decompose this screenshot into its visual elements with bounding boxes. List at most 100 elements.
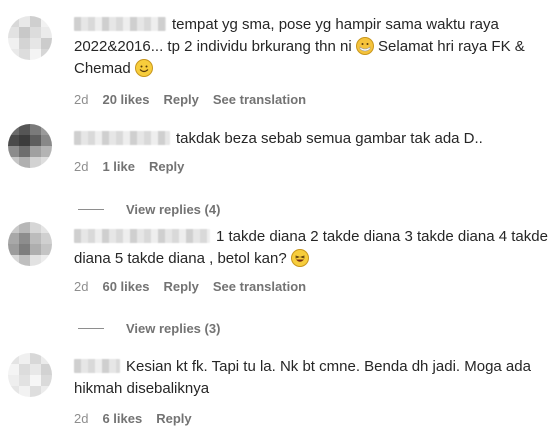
avatar-pixel [19, 27, 30, 38]
avatar-pixel [41, 375, 52, 386]
comment-text: takdak beza sebab semua gambar tak ada D… [176, 130, 483, 147]
laughing-face-emoji [290, 249, 309, 267]
avatar-pixel [8, 244, 19, 255]
blurred-username[interactable] [74, 131, 170, 145]
view-replies-button[interactable]: View replies (4) [78, 202, 220, 217]
reply-button[interactable]: Reply [163, 279, 198, 294]
avatar-mosaic [8, 124, 52, 168]
blurred-username[interactable] [74, 359, 120, 373]
reply-button[interactable]: Reply [156, 411, 191, 426]
avatar-pixel [19, 124, 30, 135]
comment: 1 takde diana 2 takde diana 3 takde dian… [74, 226, 548, 270]
likes-count[interactable]: 20 likes [102, 92, 149, 107]
view-replies-button[interactable]: View replies (3) [78, 321, 220, 336]
avatar-pixel [41, 124, 52, 135]
see-translation-button[interactable]: See translation [213, 92, 306, 107]
comment-time: 2d [74, 92, 89, 107]
comment-meta: 2d 6 likes Reply [74, 411, 192, 426]
avatar-pixel [19, 255, 30, 266]
comment-text: Kesian kt fk. Tapi tu la. Nk bt cmne. Be… [74, 358, 531, 397]
avatar-mosaic [8, 16, 52, 60]
avatar-pixel [8, 146, 19, 157]
avatar-pixel [8, 124, 19, 135]
avatar-pixel [8, 222, 19, 233]
avatar-pixel [30, 386, 41, 397]
avatar-pixel [41, 233, 52, 244]
avatar-pixel [8, 375, 19, 386]
replies-divider-line [78, 209, 104, 210]
avatar-pixel [19, 146, 30, 157]
comment-time: 2d [74, 411, 89, 426]
likes-count[interactable]: 1 like [102, 159, 135, 174]
avatar[interactable] [8, 16, 52, 60]
reply-button[interactable]: Reply [149, 159, 184, 174]
avatar-pixel [30, 49, 41, 60]
blurred-username[interactable] [74, 229, 210, 243]
smiling-face-emoji [134, 59, 153, 77]
avatar-pixel [19, 49, 30, 60]
avatar-pixel [41, 38, 52, 49]
avatar-pixel [8, 135, 19, 146]
face-with-medical-mask-emoji [355, 37, 374, 55]
avatar[interactable] [8, 222, 52, 266]
view-replies-label[interactable]: View replies (3) [126, 321, 220, 336]
avatar-pixel [30, 364, 41, 375]
avatar-pixel [19, 16, 30, 27]
avatar-pixel [30, 244, 41, 255]
avatar-pixel [19, 233, 30, 244]
comment-time: 2d [74, 279, 89, 294]
avatar-pixel [8, 157, 19, 168]
see-translation-button[interactable]: See translation [213, 279, 306, 294]
avatar-pixel [41, 135, 52, 146]
avatar-pixel [30, 124, 41, 135]
comment-meta: 2d 60 likes Reply See translation [74, 279, 306, 294]
avatar-pixel [8, 27, 19, 38]
avatar-pixel [19, 364, 30, 375]
avatar-pixel [41, 244, 52, 255]
avatar-pixel [41, 49, 52, 60]
avatar-pixel [30, 27, 41, 38]
avatar-pixel [19, 244, 30, 255]
avatar-pixel [8, 233, 19, 244]
avatar-pixel [8, 353, 19, 364]
avatar-pixel [19, 222, 30, 233]
avatar-pixel [41, 386, 52, 397]
comment-meta: 2d 1 like Reply [74, 159, 184, 174]
avatar-pixel [41, 255, 52, 266]
avatar[interactable] [8, 353, 52, 397]
avatar-pixel [30, 353, 41, 364]
avatar-pixel [41, 27, 52, 38]
avatar-pixel [30, 255, 41, 266]
avatar-pixel [41, 146, 52, 157]
avatar-pixel [30, 233, 41, 244]
avatar-pixel [41, 222, 52, 233]
comment-meta: 2d 20 likes Reply See translation [74, 92, 306, 107]
avatar-pixel [8, 49, 19, 60]
avatar-pixel [8, 386, 19, 397]
avatar-pixel [8, 38, 19, 49]
reply-button[interactable]: Reply [163, 92, 198, 107]
avatar[interactable] [8, 124, 52, 168]
view-replies-label[interactable]: View replies (4) [126, 202, 220, 217]
avatar-pixel [41, 364, 52, 375]
avatar-pixel [19, 386, 30, 397]
avatar-pixel [8, 255, 19, 266]
avatar-mosaic [8, 222, 52, 266]
comment: Kesian kt fk. Tapi tu la. Nk bt cmne. Be… [74, 356, 548, 400]
avatar-pixel [30, 38, 41, 49]
avatar-pixel [41, 353, 52, 364]
avatar-pixel [30, 375, 41, 386]
avatar-pixel [8, 364, 19, 375]
avatar-pixel [19, 157, 30, 168]
avatar-pixel [30, 222, 41, 233]
avatar-pixel [41, 157, 52, 168]
avatar-pixel [8, 16, 19, 27]
blurred-username[interactable] [74, 17, 166, 31]
avatar-pixel [30, 146, 41, 157]
avatar-pixel [19, 135, 30, 146]
avatar-pixel [30, 135, 41, 146]
comment-time: 2d [74, 159, 89, 174]
likes-count[interactable]: 6 likes [102, 411, 142, 426]
avatar-pixel [19, 375, 30, 386]
likes-count[interactable]: 60 likes [102, 279, 149, 294]
